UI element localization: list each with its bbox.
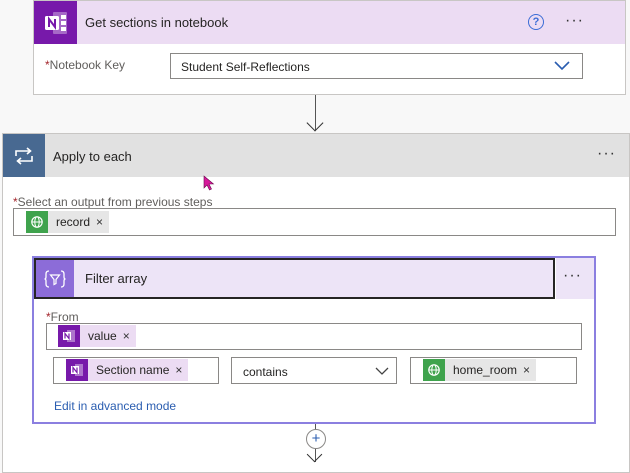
apply-to-each-header[interactable]: Apply to each ··· xyxy=(3,134,629,177)
remove-token-icon[interactable]: × xyxy=(175,363,188,377)
add-step-button[interactable]: + xyxy=(306,429,326,449)
chevron-down-icon[interactable] xyxy=(554,59,570,74)
edit-advanced-mode-link[interactable]: Edit in advanced mode xyxy=(54,399,176,413)
section-name-token-label: Section name xyxy=(96,363,170,377)
notebook-key-select[interactable]: Student Self-Reflections xyxy=(170,53,583,79)
get-sections-title: Get sections in notebook xyxy=(85,15,229,30)
chevron-down-icon[interactable] xyxy=(375,365,389,379)
notebook-key-value: Student Self-Reflections xyxy=(181,60,310,74)
help-icon[interactable]: ? xyxy=(528,14,544,30)
section-name-token[interactable]: Section name × xyxy=(66,359,189,381)
notebook-key-label-text: Notebook Key xyxy=(49,58,126,72)
operator-select[interactable]: contains xyxy=(231,357,397,384)
record-token-label: record xyxy=(56,215,91,229)
filter-array-header[interactable]: Filter array xyxy=(34,258,555,299)
operator-value: contains xyxy=(243,365,288,379)
more-options-icon[interactable]: ··· xyxy=(565,12,584,30)
filter-array-title: Filter array xyxy=(85,271,148,286)
value-token-label: value xyxy=(88,329,117,343)
loop-icon xyxy=(3,134,45,177)
from-label-text: From xyxy=(50,310,79,324)
get-sections-header[interactable]: Get sections in notebook ? ··· xyxy=(34,1,625,44)
filter-icon xyxy=(36,260,74,297)
onenote-icon xyxy=(34,1,77,44)
from-label: *From xyxy=(46,310,79,324)
apply-to-each-title: Apply to each xyxy=(53,149,132,164)
onenote-icon xyxy=(58,325,80,347)
onenote-icon xyxy=(66,359,88,381)
value-token[interactable]: value × xyxy=(58,325,136,347)
filter-more-area: ··· xyxy=(556,258,594,299)
notebook-key-label: *Notebook Key xyxy=(45,58,125,72)
home-room-token[interactable]: home_room × xyxy=(423,359,537,381)
record-token[interactable]: record × xyxy=(26,211,110,233)
arrow-down-icon xyxy=(306,114,324,132)
remove-token-icon[interactable]: × xyxy=(123,329,136,343)
select-output-label: *Select an output from previous steps xyxy=(13,195,212,209)
get-sections-card: Get sections in notebook ? ··· *Notebook… xyxy=(33,0,626,95)
mouse-cursor-icon xyxy=(203,175,215,194)
more-options-icon[interactable]: ··· xyxy=(563,267,582,285)
remove-token-icon[interactable]: × xyxy=(523,363,536,377)
globe-icon xyxy=(423,359,445,381)
globe-icon xyxy=(26,211,48,233)
more-options-icon[interactable]: ··· xyxy=(597,145,616,163)
select-output-label-text: Select an output from previous steps xyxy=(17,195,213,209)
remove-token-icon[interactable]: × xyxy=(96,215,109,229)
home-room-token-label: home_room xyxy=(453,363,518,377)
